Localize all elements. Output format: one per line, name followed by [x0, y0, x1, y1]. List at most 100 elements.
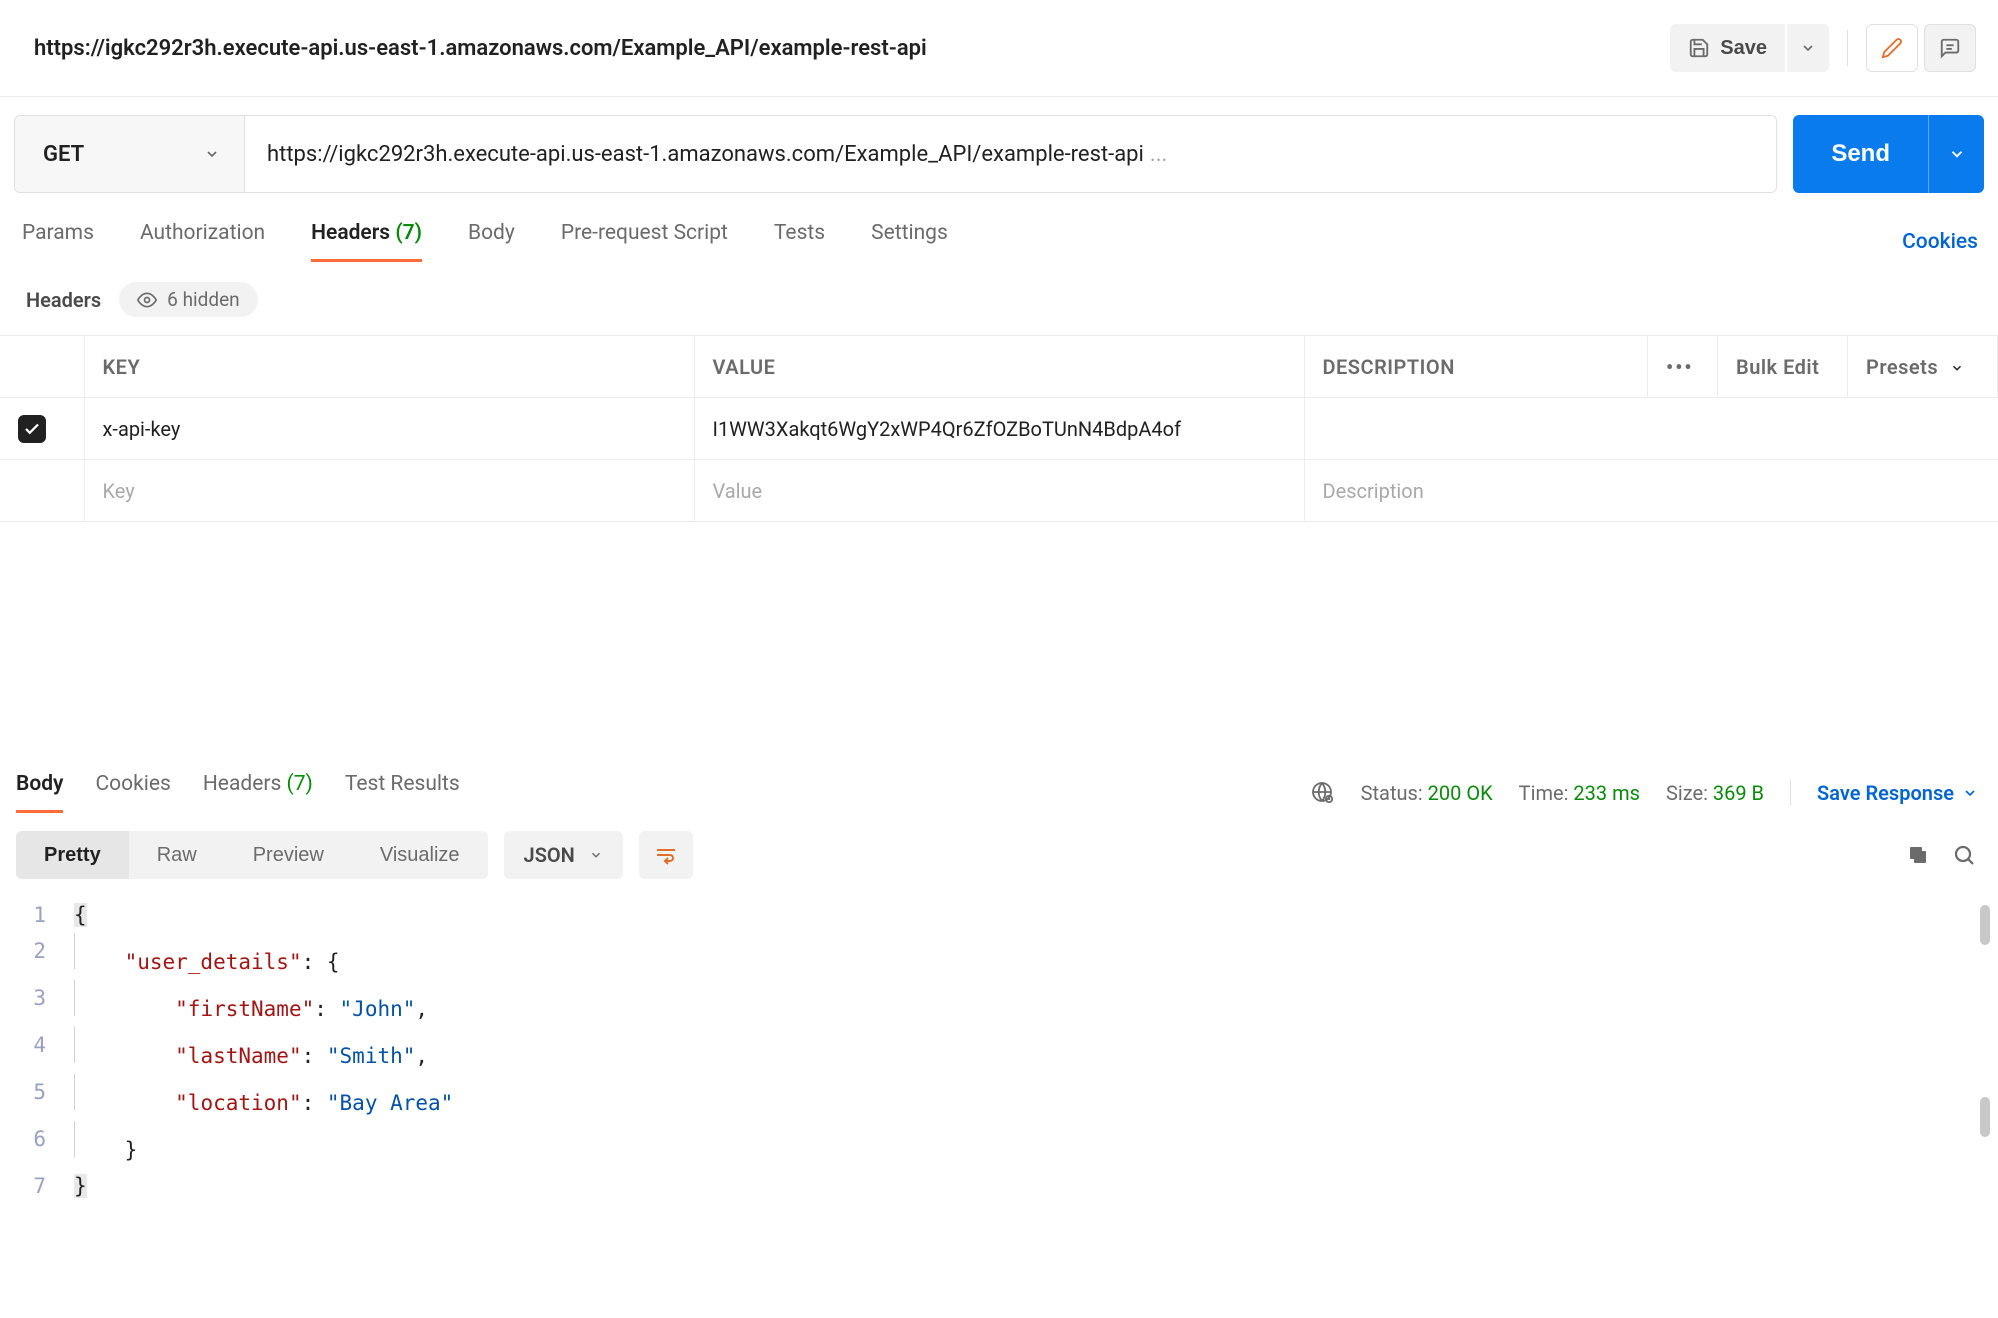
divider [1847, 30, 1848, 66]
scrollbar-thumb[interactable] [1980, 1097, 1990, 1137]
row-description-cell[interactable] [1304, 398, 1998, 460]
chevron-down-icon [589, 848, 603, 862]
method-select[interactable]: GET [15, 116, 245, 192]
eye-icon [137, 290, 157, 310]
col-key: KEY [84, 336, 694, 398]
url-value: https://igkc292r3h.execute-api.us-east-1… [267, 142, 1144, 167]
tab-params[interactable]: Params [22, 221, 94, 262]
more-icon: ••• [1666, 355, 1694, 379]
save-options-button[interactable] [1785, 24, 1829, 72]
top-bar: https://igkc292r3h.execute-api.us-east-1… [0, 0, 1998, 97]
chevron-down-icon [204, 146, 220, 162]
copy-button[interactable] [1906, 843, 1930, 867]
code-line: 2 "user_details": { [18, 933, 1998, 980]
request-row: GET https://igkc292r3h.execute-api.us-ea… [0, 97, 1998, 193]
bulk-edit-button[interactable]: Bulk Edit [1718, 336, 1848, 398]
tab-authorization[interactable]: Authorization [140, 221, 265, 262]
wrap-icon [654, 843, 678, 867]
row-key-cell[interactable]: x-api-key [84, 398, 694, 460]
resp-tab-body[interactable]: Body [16, 772, 63, 813]
resp-tab-cookies[interactable]: Cookies [95, 772, 170, 813]
view-visualize-button[interactable]: Visualize [352, 831, 488, 879]
code-line: 6 } [18, 1121, 1998, 1168]
code-line: 3 "firstName": "John", [18, 980, 1998, 1027]
view-mode-group: Pretty Raw Preview Visualize [16, 831, 488, 879]
body-toolbar: Pretty Raw Preview Visualize JSON [0, 813, 1998, 879]
response-section: Body Cookies Headers (7) Test Results St… [0, 772, 1998, 1204]
divider [1790, 780, 1791, 806]
col-more[interactable]: ••• [1648, 336, 1718, 398]
time-group: Time: 233 ms [1519, 781, 1640, 805]
size-value: 369 B [1713, 781, 1764, 805]
resp-tab-test-results[interactable]: Test Results [345, 772, 460, 813]
line-number: 4 [18, 1027, 74, 1074]
comment-icon [1939, 37, 1961, 59]
scrollbar-thumb[interactable] [1980, 905, 1990, 945]
edit-button[interactable] [1866, 24, 1918, 72]
col-description: DESCRIPTION [1304, 336, 1648, 398]
request-title: https://igkc292r3h.execute-api.us-east-1… [34, 36, 927, 61]
tab-headers[interactable]: Headers (7) [311, 221, 422, 262]
time-value: 233 ms [1573, 781, 1640, 805]
topbar-actions: Save [1670, 24, 1976, 72]
view-raw-button[interactable]: Raw [129, 831, 225, 879]
url-ellipsis: ... [1150, 142, 1167, 167]
presets-button[interactable]: Presets [1848, 336, 1998, 398]
status-group: Status: 200 OK [1361, 781, 1493, 805]
hidden-headers-toggle[interactable]: 6 hidden [119, 282, 257, 317]
save-button[interactable]: Save [1670, 24, 1785, 72]
row-checkbox-cell[interactable] [0, 398, 84, 460]
line-number: 3 [18, 980, 74, 1027]
checkbox-checked-icon [18, 415, 46, 443]
row-checkbox-cell[interactable] [0, 460, 84, 522]
format-select[interactable]: JSON [504, 831, 623, 879]
hidden-count: 6 hidden [167, 288, 239, 311]
response-meta: Status: 200 OK Time: 233 ms Size: 369 B … [1311, 780, 1978, 806]
key-input[interactable]: Key [84, 460, 694, 522]
response-tabs-row: Body Cookies Headers (7) Test Results St… [0, 772, 1998, 813]
description-input[interactable]: Description [1304, 460, 1998, 522]
response-body-area[interactable]: 1{2 "user_details": {3 "firstName": "Joh… [0, 897, 1998, 1204]
send-options-button[interactable] [1928, 115, 1984, 193]
view-preview-button[interactable]: Preview [225, 831, 352, 879]
view-pretty-button[interactable]: Pretty [16, 831, 129, 879]
method-url-group: GET https://igkc292r3h.execute-api.us-ea… [14, 115, 1777, 193]
url-input[interactable]: https://igkc292r3h.execute-api.us-east-1… [245, 116, 1776, 192]
line-number: 5 [18, 1074, 74, 1121]
code-line: 5 "location": "Bay Area" [18, 1074, 1998, 1121]
network-icon[interactable] [1311, 781, 1335, 805]
line-number: 2 [18, 933, 74, 980]
save-response-button[interactable]: Save Response [1817, 781, 1978, 805]
chevron-down-icon [1950, 361, 1964, 375]
headers-subheader: Headers 6 hidden [0, 262, 1998, 335]
code-line: 1{ [18, 897, 1998, 933]
send-button[interactable]: Send [1793, 115, 1928, 193]
save-icon [1688, 37, 1710, 59]
value-input[interactable]: Value [694, 460, 1304, 522]
body-right-tools [1906, 843, 1976, 867]
tab-body[interactable]: Body [468, 221, 515, 262]
wrap-lines-button[interactable] [639, 831, 693, 879]
tab-tests[interactable]: Tests [774, 221, 825, 262]
request-tabs: Params Authorization Headers (7) Body Pr… [22, 221, 948, 262]
col-checkbox [0, 336, 84, 398]
save-label: Save [1720, 37, 1767, 60]
request-tabs-row: Params Authorization Headers (7) Body Pr… [0, 193, 1998, 262]
size-group: Size: 369 B [1666, 781, 1764, 805]
col-value: VALUE [694, 336, 1304, 398]
code-line: 7} [18, 1168, 1998, 1204]
comment-button[interactable] [1924, 24, 1976, 72]
pencil-icon [1881, 37, 1903, 59]
resp-tab-headers[interactable]: Headers (7) [203, 772, 313, 813]
tab-settings[interactable]: Settings [871, 221, 948, 262]
table-row-empty: Key Value Description [0, 460, 1998, 522]
line-number: 6 [18, 1121, 74, 1168]
row-value-cell[interactable]: I1WW3Xakqt6WgY2xWP4Qr6ZfOZBoTUnN4BdpA4of [694, 398, 1304, 460]
tab-prerequest[interactable]: Pre-request Script [561, 221, 728, 262]
cookies-link[interactable]: Cookies [1902, 230, 1984, 254]
status-value: 200 OK [1428, 781, 1493, 805]
response-tabs: Body Cookies Headers (7) Test Results [16, 772, 460, 813]
table-row: x-api-key I1WW3Xakqt6WgY2xWP4Qr6ZfOZBoTU… [0, 398, 1998, 460]
send-group: Send [1793, 115, 1984, 193]
search-button[interactable] [1952, 843, 1976, 867]
